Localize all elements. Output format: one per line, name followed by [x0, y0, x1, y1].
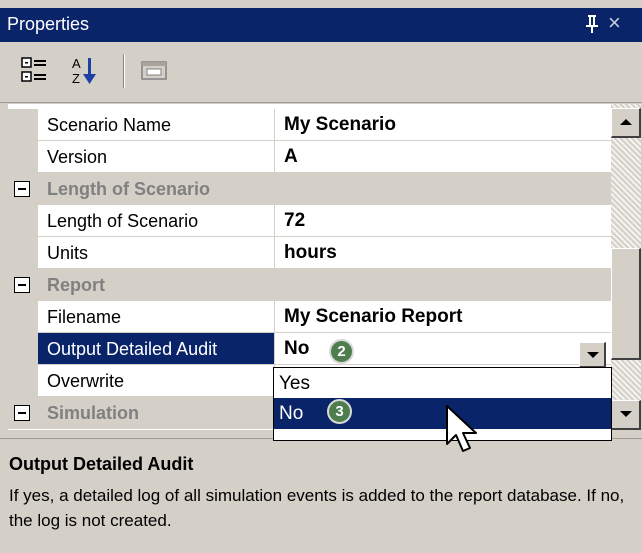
scroll-up-button[interactable]	[611, 108, 641, 138]
title-bar: Properties ×	[0, 8, 642, 42]
property-value[interactable]: My Scenario	[275, 109, 611, 141]
dropdown-button[interactable]	[579, 342, 606, 368]
pin-icon[interactable]	[583, 13, 603, 35]
property-name: Scenario Name	[38, 109, 275, 141]
close-icon[interactable]: ×	[608, 10, 621, 36]
collapse-icon[interactable]	[14, 277, 30, 293]
properties-panel: Properties × A Z Scenario Name My Scenar…	[0, 0, 642, 553]
toolbar: A Z	[0, 42, 642, 103]
alphabetical-sort-icon[interactable]: A Z	[66, 52, 104, 90]
property-row-length-of-scenario[interactable]: Length of Scenario 72	[8, 205, 611, 237]
property-value[interactable]: No	[275, 333, 611, 365]
row-gutter	[8, 365, 38, 397]
arrow-up-icon	[620, 119, 632, 125]
sort-z-letter: Z	[72, 71, 80, 86]
row-gutter	[8, 301, 38, 333]
categorized-icon[interactable]	[16, 52, 54, 90]
chevron-down-icon	[587, 352, 599, 358]
collapse-icon[interactable]	[14, 405, 30, 421]
vertical-scrollbar[interactable]	[611, 104, 641, 430]
scroll-thumb[interactable]	[611, 248, 641, 360]
row-gutter	[8, 205, 38, 237]
property-row-scenario-name[interactable]: Scenario Name My Scenario	[8, 109, 611, 141]
property-name: Length of Scenario	[38, 205, 275, 237]
property-pages-icon[interactable]	[136, 52, 174, 90]
property-value[interactable]: 72	[275, 205, 611, 237]
property-name: Filename	[38, 301, 275, 333]
row-gutter	[8, 333, 38, 365]
description-title: Output Detailed Audit	[9, 454, 194, 474]
category-label: Length of Scenario	[47, 179, 211, 199]
collapse-icon[interactable]	[14, 181, 30, 197]
property-value[interactable]: hours	[275, 237, 611, 269]
property-name: Version	[38, 141, 275, 173]
category-label: Report	[47, 275, 105, 295]
mouse-cursor-icon	[446, 405, 477, 452]
row-gutter	[8, 141, 38, 173]
category-row-length-of-scenario[interactable]: Length of Scenario	[8, 173, 611, 205]
category-label: Simulation	[47, 403, 140, 423]
panel-title: Properties	[7, 14, 90, 34]
property-row-version[interactable]: Version A	[8, 141, 611, 173]
row-gutter	[8, 237, 38, 269]
property-value[interactable]: My Scenario Report	[275, 301, 611, 333]
callout-badge: 3	[327, 399, 352, 424]
row-gutter	[8, 109, 38, 141]
property-name: Output Detailed Audit	[38, 333, 275, 365]
description-text: If yes, a detailed log of all simulation…	[9, 486, 625, 530]
toolbar-separator	[123, 54, 125, 88]
description-pane: Output Detailed Audit If yes, a detailed…	[0, 438, 642, 553]
dropdown-option-yes[interactable]: Yes	[274, 368, 611, 399]
property-row-output-detailed-audit[interactable]: Output Detailed Audit No	[8, 333, 611, 365]
property-row-units[interactable]: Units hours	[8, 237, 611, 269]
scroll-down-button[interactable]	[611, 400, 641, 430]
property-name: Units	[38, 237, 275, 269]
property-name: Overwrite	[38, 365, 275, 397]
callout-badge: 2	[329, 339, 354, 364]
sort-a-letter: A	[72, 56, 81, 71]
arrow-down-icon	[620, 411, 632, 417]
property-row-filename[interactable]: Filename My Scenario Report	[8, 301, 611, 333]
property-value[interactable]: A	[275, 141, 611, 173]
category-row-report[interactable]: Report	[8, 269, 611, 301]
